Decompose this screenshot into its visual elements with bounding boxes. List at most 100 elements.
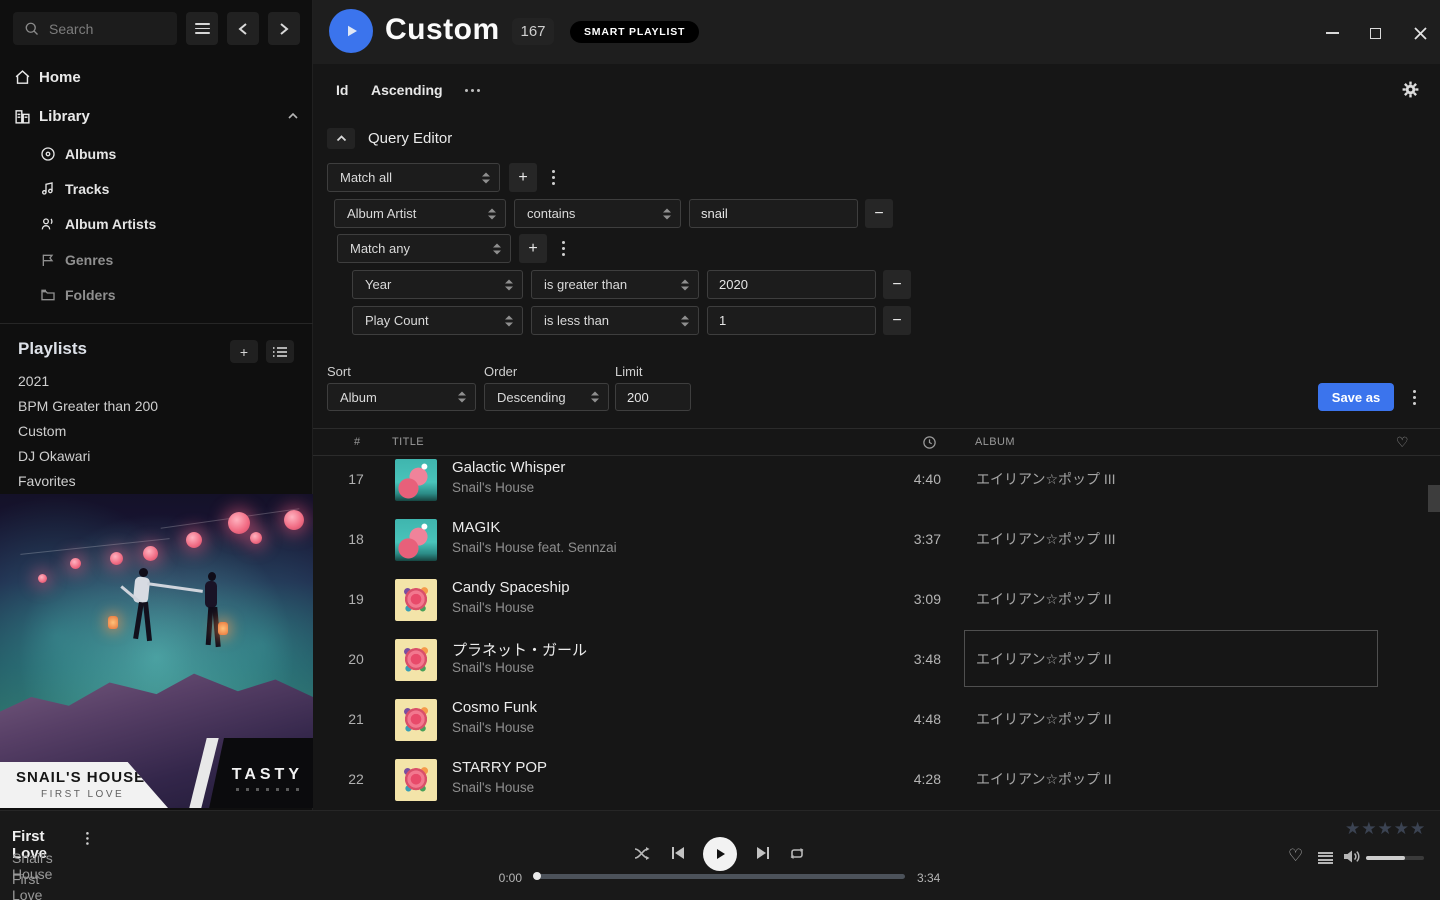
sidebar-item-genres[interactable]: Genres <box>40 250 113 270</box>
playlist-item[interactable]: BPM Greater than 200 <box>18 398 158 418</box>
star-icon[interactable]: ★ <box>1345 820 1360 837</box>
sidebar-item-albums[interactable]: Albums <box>40 144 116 164</box>
playlist-item[interactable]: Custom <box>18 423 66 443</box>
next-track-button[interactable] <box>746 836 780 870</box>
group-menu-icon[interactable] <box>544 163 562 191</box>
menu-icon[interactable] <box>186 12 218 45</box>
track-album-cell[interactable]: エイリアン☆ポップ II <box>964 630 1378 687</box>
rule-operator-select[interactable]: contains <box>514 199 681 228</box>
volume-icon[interactable] <box>1343 849 1361 864</box>
track-album-cell[interactable]: エイリアン☆ポップ II <box>964 750 1378 807</box>
sidebar-item-library[interactable]: Library <box>14 105 299 127</box>
playlist-item[interactable]: 2021 <box>18 373 49 393</box>
progress-handle[interactable] <box>533 872 541 880</box>
rule-operator-select[interactable]: is greater than <box>531 270 699 299</box>
rule-field-select[interactable]: Album Artist <box>334 199 506 228</box>
search-box <box>13 12 177 45</box>
shuffle-button[interactable] <box>625 836 659 870</box>
select-caret-icon <box>505 279 513 290</box>
more-options-icon[interactable] <box>471 89 474 92</box>
sidebar-item-folders[interactable]: Folders <box>40 285 116 305</box>
sidebar-item-tracks[interactable]: Tracks <box>40 179 109 199</box>
sidebar-item-home[interactable]: Home <box>14 66 81 88</box>
star-icon[interactable]: ★ <box>1378 820 1393 837</box>
add-nested-rule-button[interactable]: + <box>519 234 547 263</box>
track-row[interactable]: 22 STARRY POP Snail's House 4:28 エイリアン☆ポ… <box>313 749 1440 809</box>
star-icon[interactable]: ★ <box>1394 820 1409 837</box>
column-index[interactable]: # <box>354 436 361 448</box>
rule-field-select[interactable]: Year <box>352 270 523 299</box>
save-menu-icon[interactable] <box>1405 383 1423 411</box>
close-button[interactable] <box>1409 22 1431 44</box>
nested-group-menu-icon[interactable] <box>554 234 572 262</box>
play-playlist-button[interactable] <box>329 9 373 53</box>
play-pause-button[interactable] <box>703 837 737 871</box>
playlist-item[interactable]: Favorites <box>18 473 76 493</box>
track-album-cell[interactable]: エイリアン☆ポップ III <box>964 510 1378 567</box>
maximize-button[interactable] <box>1364 22 1386 44</box>
volume-slider[interactable] <box>1366 856 1424 860</box>
previous-track-button[interactable] <box>661 836 695 870</box>
star-icon[interactable]: ★ <box>1410 820 1425 837</box>
back-button[interactable] <box>227 12 259 45</box>
track-album-cell[interactable]: エイリアン☆ポップ II <box>964 690 1378 747</box>
query-editor-collapse-button[interactable] <box>327 128 355 149</box>
remove-rule-button[interactable]: − <box>883 270 911 299</box>
forward-button[interactable] <box>268 12 300 45</box>
rule-value-input[interactable] <box>707 270 876 299</box>
order-select[interactable]: Descending <box>484 383 609 411</box>
minimize-button[interactable] <box>1321 22 1343 44</box>
now-playing-artwork[interactable]: TASTY SNAIL'S HOUSE FIRST LOVE <box>0 494 313 808</box>
sort-field-chip[interactable]: Id <box>336 82 348 98</box>
track-album-cell[interactable]: エイリアン☆ポップ III <box>964 457 1378 507</box>
track-row[interactable]: 20 プラネット・ガール Snail's House 3:48 エイリアン☆ポッ… <box>313 629 1440 689</box>
favorite-heart-icon[interactable]: ♡ <box>1288 847 1303 864</box>
repeat-button[interactable] <box>780 836 814 870</box>
sidebar-item-album-artists[interactable]: Album Artists <box>40 214 156 234</box>
label-logo-text: TASTY <box>232 766 303 784</box>
search-input[interactable] <box>47 20 169 38</box>
track-artist: Snail's House <box>452 480 534 495</box>
track-row[interactable]: 19 Candy Spaceship Snail's House 3:09 エイ… <box>313 569 1440 629</box>
track-row[interactable]: 18 MAGIK Snail's House feat. Sennzai 3:3… <box>313 509 1440 569</box>
playlist-list-icon[interactable] <box>266 340 294 363</box>
rule-value-input[interactable] <box>689 199 858 228</box>
album-art-thumbnail <box>395 519 437 561</box>
column-title[interactable]: TITLE <box>392 436 424 448</box>
sidebar-item-label: Tracks <box>65 181 109 197</box>
limit-input[interactable] <box>615 383 691 411</box>
artist-icon <box>40 216 56 232</box>
favorite-heart-icon[interactable]: ♡ <box>1396 434 1409 451</box>
remove-rule-button[interactable]: − <box>883 306 911 335</box>
track-row[interactable]: 21 Cosmo Funk Snail's House 4:48 エイリアン☆ポ… <box>313 689 1440 749</box>
track-title: Cosmo Funk <box>452 699 537 716</box>
settings-gear-icon[interactable] <box>1401 80 1420 99</box>
sort-select[interactable]: Album <box>327 383 476 411</box>
add-rule-button[interactable]: + <box>509 163 537 192</box>
playlist-item[interactable]: DJ Okawari <box>18 448 90 468</box>
chevron-up-icon[interactable] <box>287 112 299 120</box>
rule-value-input[interactable] <box>707 306 876 335</box>
now-playing-menu-icon[interactable] <box>79 826 94 850</box>
column-album[interactable]: ALBUM <box>975 436 1015 448</box>
scrollbar-thumb[interactable] <box>1428 485 1440 512</box>
remove-rule-button[interactable]: − <box>865 199 893 228</box>
star-icon[interactable]: ★ <box>1361 820 1376 837</box>
nested-match-type-select[interactable]: Match any <box>337 234 511 263</box>
progress-bar[interactable] <box>536 874 905 879</box>
rule-operator-select[interactable]: is less than <box>531 306 699 335</box>
track-row[interactable]: 17 Galactic Whisper Snail's House 4:40 エ… <box>313 457 1440 509</box>
sort-direction-chip[interactable]: Ascending <box>371 82 443 98</box>
track-album-cell[interactable]: エイリアン☆ポップ II <box>964 570 1378 627</box>
match-type-select[interactable]: Match all <box>327 163 500 192</box>
queue-icon[interactable] <box>1318 852 1333 864</box>
minus-icon: − <box>892 313 901 329</box>
select-caret-icon <box>493 243 501 254</box>
save-as-button[interactable]: Save as <box>1318 383 1394 411</box>
search-icon <box>24 21 39 36</box>
total-time: 3:34 <box>917 871 940 885</box>
duration-clock-icon[interactable] <box>922 435 937 450</box>
track-number: 21 <box>339 689 373 749</box>
add-playlist-button[interactable]: + <box>230 340 258 363</box>
rule-field-select[interactable]: Play Count <box>352 306 523 335</box>
